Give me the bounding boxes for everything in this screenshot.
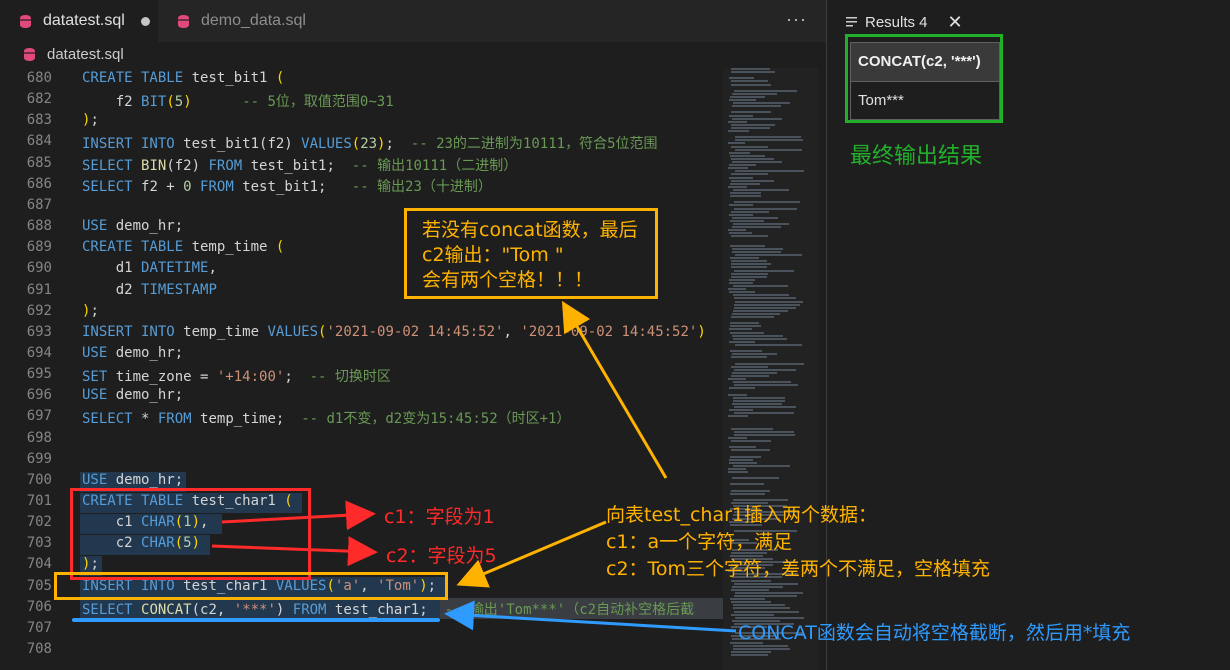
arrow-note — [561, 300, 668, 479]
arrow-insert — [456, 520, 607, 588]
arrow-c1 — [221, 500, 376, 531]
arrow-concat — [444, 600, 737, 633]
arrow-c2 — [211, 536, 378, 567]
annotation-arrows — [211, 300, 737, 633]
